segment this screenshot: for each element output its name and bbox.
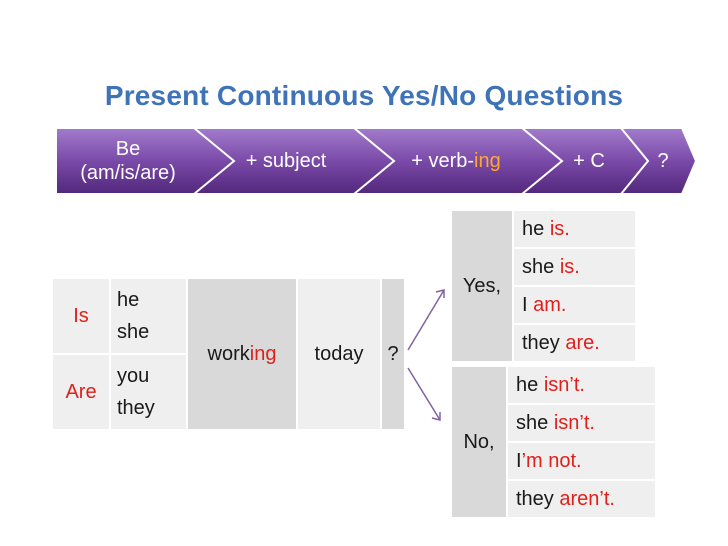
- no-answer-table: No, he isn’t. she isn’t. I’m not. they a…: [451, 366, 656, 518]
- verb-cell: working: [187, 278, 297, 430]
- subject-cell: you they: [110, 354, 187, 430]
- time-cell: today: [297, 278, 381, 430]
- ing-highlight: ing: [474, 150, 501, 172]
- be-label: Be: [115, 138, 141, 160]
- subject-cell: he she: [110, 278, 187, 354]
- answer-cell: he is.: [513, 210, 636, 248]
- answer-cell: they aren’t.: [507, 480, 656, 518]
- answer-cell: they are.: [513, 324, 636, 362]
- arrow-to-no: [407, 367, 441, 421]
- aux-are: Are: [52, 354, 110, 430]
- chevron-label-question: ?: [657, 150, 669, 172]
- page-title: Present Continuous Yes/No Questions: [104, 80, 624, 111]
- table-row: Is he she working today ?: [52, 278, 405, 430]
- question-table: Is he she working today ? Are you they: [52, 278, 405, 430]
- table-row: Yes, he is.: [451, 210, 636, 362]
- table-row: No, he isn’t.: [451, 366, 656, 518]
- yes-answer-table: Yes, he is. she is. I am. they are.: [451, 210, 636, 362]
- no-label: No,: [451, 366, 507, 518]
- question-mark-cell: ?: [381, 278, 405, 430]
- chevron-label-be: Be (am/is/are): [60, 126, 196, 196]
- answer-cell: she is.: [513, 248, 636, 286]
- am-is-are-label: (am/is/are): [80, 162, 176, 184]
- answer-cell: I am.: [513, 286, 636, 324]
- chevron-label-subject: + subject: [245, 150, 327, 172]
- arrow-to-yes: [407, 289, 445, 351]
- chevron-label-complement: + C: [573, 150, 605, 172]
- chevron-label-verb: + verb-ing: [411, 150, 501, 172]
- aux-is: Is: [52, 278, 110, 354]
- answer-cell: I’m not.: [507, 442, 656, 480]
- answer-cell: he isn’t.: [507, 366, 656, 404]
- yes-label: Yes,: [451, 210, 513, 362]
- answer-cell: she isn’t.: [507, 404, 656, 442]
